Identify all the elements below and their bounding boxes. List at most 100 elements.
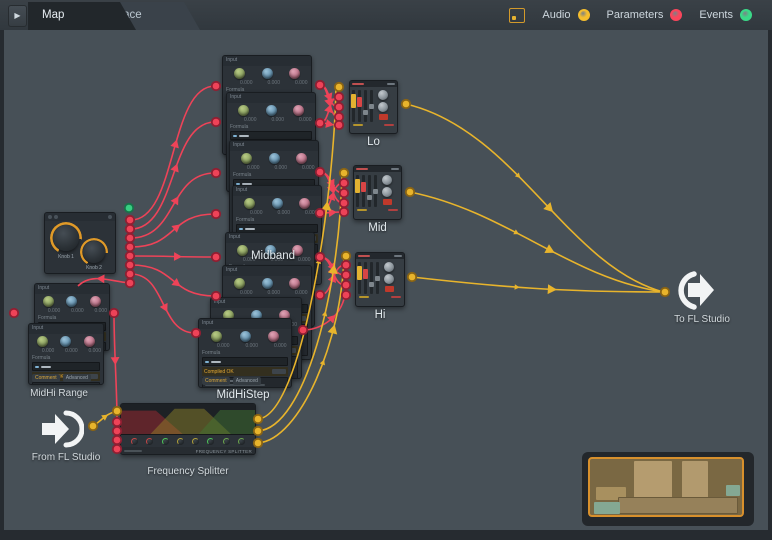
- parameter-port[interactable]: [340, 289, 352, 301]
- mixer-slider[interactable]: [373, 175, 378, 207]
- splitter-knob[interactable]: [192, 437, 200, 445]
- parameter-port[interactable]: [333, 119, 345, 131]
- mixer-slider[interactable]: [351, 90, 356, 122]
- parameter-port[interactable]: [314, 79, 326, 91]
- parameter-port[interactable]: [8, 307, 20, 319]
- advanced-button[interactable]: Advanced: [232, 377, 261, 385]
- parameters-toggle[interactable]: [670, 9, 683, 21]
- formula-text-field[interactable]: [32, 362, 100, 371]
- splitter-knob[interactable]: [176, 437, 184, 445]
- event-port[interactable]: [123, 202, 135, 214]
- audio-port[interactable]: [333, 81, 345, 93]
- slider-handle[interactable]: [373, 189, 378, 194]
- parameter-port[interactable]: [340, 259, 352, 271]
- slider-handle-red[interactable]: [363, 269, 368, 279]
- mute-chip[interactable]: [378, 114, 388, 120]
- audio-port[interactable]: [338, 167, 350, 179]
- parameter-port[interactable]: [333, 101, 345, 113]
- mixer-slider[interactable]: [363, 262, 368, 294]
- audio-port[interactable]: [252, 425, 264, 437]
- splitter-knob[interactable]: [131, 437, 139, 445]
- formula-knob-c[interactable]: [299, 198, 310, 209]
- parameter-port[interactable]: [210, 208, 222, 220]
- slider-handle[interactable]: [375, 276, 380, 281]
- mixer-slider[interactable]: [357, 262, 362, 294]
- slider-handle-red[interactable]: [357, 97, 362, 107]
- formula-knob-b[interactable]: [265, 105, 277, 116]
- formula-knob-a[interactable]: [43, 296, 55, 307]
- formula-knob-c[interactable]: [268, 331, 279, 342]
- slider-handle-red[interactable]: [361, 182, 366, 192]
- parameter-port[interactable]: [338, 187, 350, 199]
- audio-toggle[interactable]: [577, 9, 590, 21]
- compile-button[interactable]: [272, 369, 286, 374]
- slider-handle[interactable]: [363, 110, 368, 115]
- formula-knob-a[interactable]: [211, 331, 222, 342]
- parameter-port[interactable]: [190, 327, 202, 339]
- minimap[interactable]: [588, 457, 744, 517]
- parameter-port[interactable]: [340, 269, 352, 281]
- mixer-node-mid[interactable]: [353, 165, 402, 220]
- formula-knob-b[interactable]: [60, 336, 72, 347]
- parameter-port[interactable]: [124, 232, 136, 244]
- parameter-port[interactable]: [314, 117, 326, 129]
- audio-port[interactable]: [87, 420, 99, 432]
- mute-chip[interactable]: [382, 199, 392, 205]
- parameter-port[interactable]: [124, 277, 136, 289]
- parameter-port[interactable]: [338, 177, 350, 189]
- mixer-knob[interactable]: [384, 274, 394, 284]
- splitter-knob[interactable]: [146, 437, 154, 445]
- audio-port[interactable]: [404, 186, 416, 198]
- audio-port[interactable]: [252, 437, 264, 449]
- parameter-port[interactable]: [111, 434, 123, 446]
- splitter-spectrum-display[interactable]: [121, 404, 255, 435]
- frequency-splitter-node[interactable]: FREQUENCY SPLITTER: [120, 403, 256, 455]
- formula-knob-a[interactable]: [234, 278, 245, 289]
- slider-handle[interactable]: [369, 282, 374, 287]
- splitter-knob[interactable]: [207, 437, 215, 445]
- parameter-port[interactable]: [314, 289, 326, 301]
- parameter-port[interactable]: [111, 425, 123, 437]
- formula-text-field[interactable]: [230, 131, 312, 140]
- formula-knob-a[interactable]: [241, 153, 252, 164]
- parameter-port[interactable]: [297, 324, 309, 336]
- parameter-port[interactable]: [124, 250, 136, 262]
- mixer-knob[interactable]: [378, 102, 388, 112]
- formula-knob-a[interactable]: [238, 105, 249, 116]
- parameter-port[interactable]: [111, 416, 123, 428]
- formula-knob-b[interactable]: [268, 153, 280, 164]
- mixer-node-lo[interactable]: [349, 80, 398, 134]
- formula-knob-c[interactable]: [289, 278, 300, 289]
- parameter-port[interactable]: [124, 214, 136, 226]
- tab-map[interactable]: Map: [28, 2, 136, 30]
- slider-handle-yellow[interactable]: [357, 266, 362, 280]
- formula-knob-c[interactable]: [89, 296, 101, 307]
- advanced-button[interactable]: Advanced: [62, 374, 91, 382]
- parameter-port[interactable]: [124, 241, 136, 253]
- parameter-port[interactable]: [314, 166, 326, 178]
- parameter-port[interactable]: [124, 223, 136, 235]
- parameter-port[interactable]: [333, 91, 345, 103]
- formula-text-field[interactable]: [202, 357, 288, 366]
- splitter-knob[interactable]: [237, 437, 245, 445]
- formula-knob-a[interactable]: [234, 68, 245, 79]
- audio-port[interactable]: [111, 405, 123, 417]
- parameter-port[interactable]: [210, 116, 222, 128]
- formula-knob-c[interactable]: [296, 153, 307, 164]
- formula-node[interactable]: Input 0.000 0.000 0.000 Formula Compiled…: [28, 323, 104, 385]
- formula-knob-b[interactable]: [271, 198, 283, 209]
- formula-node[interactable]: Input 0.000 0.000 0.000 Formula Compiled…: [198, 318, 292, 388]
- slider-handle-yellow[interactable]: [351, 94, 356, 108]
- splitter-knob[interactable]: [222, 437, 230, 445]
- mixer-slider[interactable]: [369, 262, 374, 294]
- expand-arrow-button[interactable]: ▶: [8, 5, 27, 27]
- mixer-slider[interactable]: [367, 175, 372, 207]
- splitter-knob-row[interactable]: [121, 435, 255, 447]
- slider-handle-yellow[interactable]: [355, 179, 360, 193]
- audio-port[interactable]: [400, 98, 412, 110]
- parameter-port[interactable]: [108, 307, 120, 319]
- formula-knob-a[interactable]: [37, 336, 49, 347]
- formula-knob-c[interactable]: [293, 105, 304, 116]
- formula-knob-c[interactable]: [83, 336, 95, 347]
- mixer-node-hi[interactable]: [355, 252, 405, 307]
